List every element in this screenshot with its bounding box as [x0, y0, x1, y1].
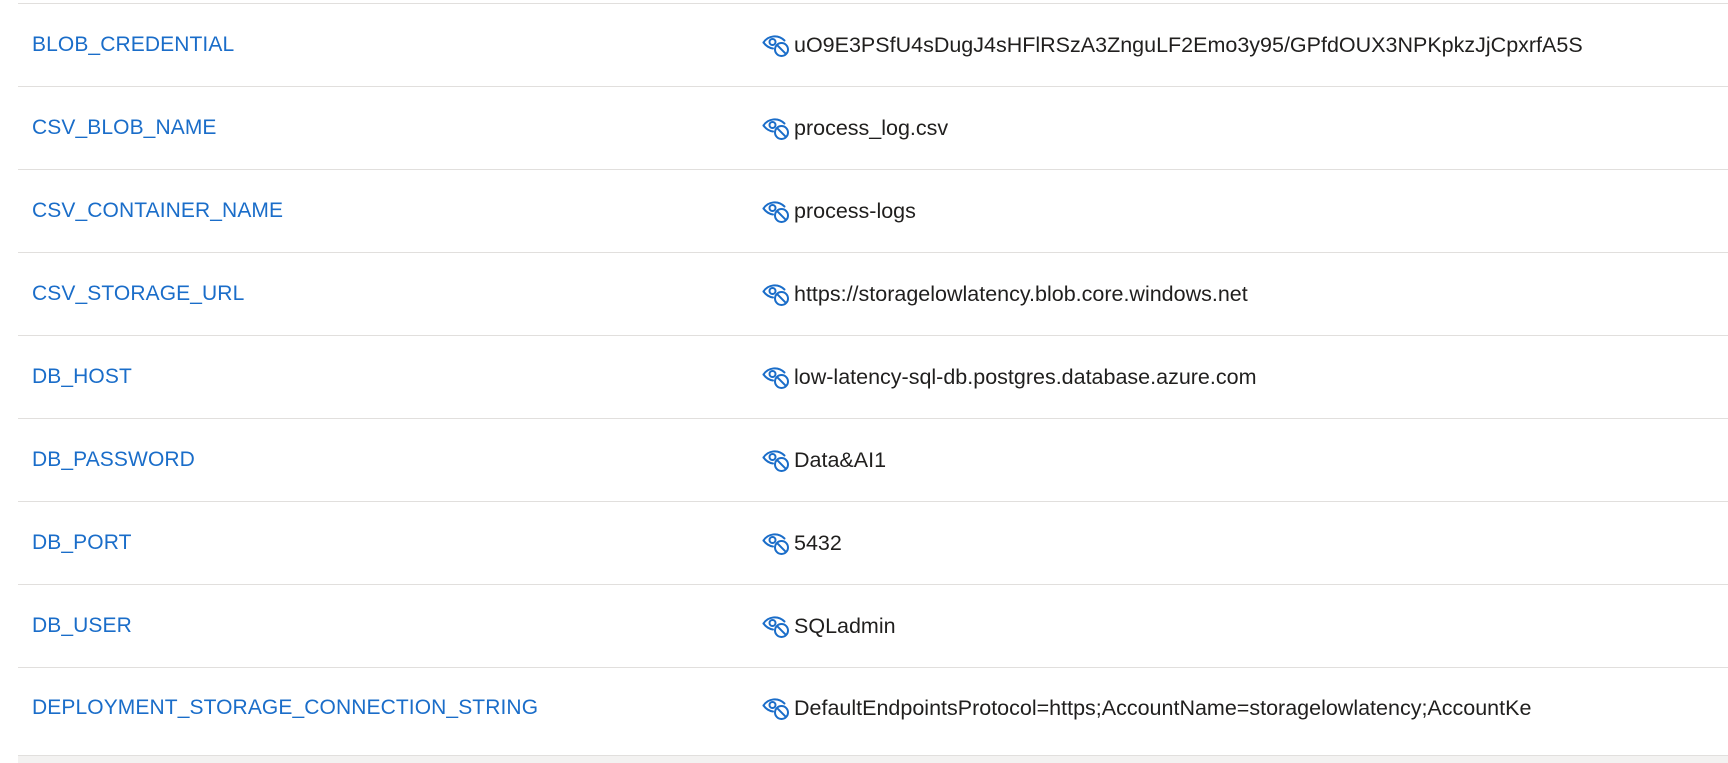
eye-show-value-icon[interactable]: [762, 363, 794, 391]
eye-show-value-icon[interactable]: [762, 31, 794, 59]
setting-value-text: process_log.csv: [794, 115, 949, 140]
setting-value-cell: 5432: [762, 529, 1614, 557]
setting-name-link[interactable]: DEPLOYMENT_STORAGE_CONNECTION_STRING: [32, 696, 538, 720]
table-row: CSV_BLOB_NAME process_log.csv: [18, 87, 1728, 170]
setting-value-cell: process_log.csv: [762, 114, 1614, 142]
table-row: BLOB_CREDENTIAL uO9E3PSfU4sDugJ4sHFlRSzA…: [18, 4, 1728, 87]
setting-value-cell: SQLadmin: [762, 612, 1614, 640]
setting-value-cell: Data&AI1: [762, 446, 1614, 474]
table-row: DB_PORT 5432: [18, 502, 1728, 585]
setting-value-text: 5432: [794, 530, 842, 555]
table-row: DB_USER SQLadmin: [18, 585, 1728, 668]
setting-value-text: Data&AI1: [794, 447, 887, 472]
table-row: DB_HOST low-latency-sql-db.postgres.data…: [18, 336, 1728, 419]
setting-value-text: SQLadmin: [794, 613, 896, 638]
setting-value-text: uO9E3PSfU4sDugJ4sHFlRSzA3ZnguLF2Emo3y95/…: [794, 32, 1583, 57]
setting-name-link[interactable]: DB_USER: [32, 614, 132, 638]
app-settings-table: BLOB_CREDENTIAL uO9E3PSfU4sDugJ4sHFlRSzA…: [18, 0, 1728, 748]
setting-value-text: low-latency-sql-db.postgres.database.azu…: [794, 364, 1257, 389]
setting-value-text: https://storagelowlatency.blob.core.wind…: [794, 281, 1248, 306]
eye-show-value-icon[interactable]: [762, 197, 794, 225]
eye-show-value-icon[interactable]: [762, 529, 794, 557]
setting-name-link[interactable]: DB_HOST: [32, 365, 132, 389]
table-row: DB_PASSWORD Data&AI1: [18, 419, 1728, 502]
setting-value-text: process-logs: [794, 198, 916, 223]
eye-show-value-icon[interactable]: [762, 612, 794, 640]
setting-value-cell: https://storagelowlatency.blob.core.wind…: [762, 280, 1614, 308]
table-row: CSV_STORAGE_URL https://storagelowlatenc…: [18, 253, 1728, 336]
setting-name-link[interactable]: CSV_STORAGE_URL: [32, 282, 244, 306]
table-row: CSV_CONTAINER_NAME process-logs: [18, 170, 1728, 253]
setting-value-cell: uO9E3PSfU4sDugJ4sHFlRSzA3ZnguLF2Emo3y95/…: [762, 31, 1614, 59]
eye-show-value-icon[interactable]: [762, 114, 794, 142]
eye-show-value-icon[interactable]: [762, 694, 794, 722]
setting-name-link[interactable]: DB_PORT: [32, 531, 132, 555]
setting-value-cell: process-logs: [762, 197, 1614, 225]
setting-value-text: DefaultEndpointsProtocol=https;AccountNa…: [794, 695, 1532, 720]
table-row: DEPLOYMENT_STORAGE_CONNECTION_STRING Def…: [18, 668, 1728, 748]
setting-name-link[interactable]: CSV_CONTAINER_NAME: [32, 199, 283, 223]
setting-name-link[interactable]: BLOB_CREDENTIAL: [32, 33, 234, 57]
setting-name-link[interactable]: CSV_BLOB_NAME: [32, 116, 217, 140]
eye-show-value-icon[interactable]: [762, 446, 794, 474]
setting-value-cell: DefaultEndpointsProtocol=https;AccountNa…: [762, 694, 1614, 722]
setting-value-cell: low-latency-sql-db.postgres.database.azu…: [762, 363, 1614, 391]
eye-show-value-icon[interactable]: [762, 280, 794, 308]
setting-name-link[interactable]: DB_PASSWORD: [32, 448, 195, 472]
